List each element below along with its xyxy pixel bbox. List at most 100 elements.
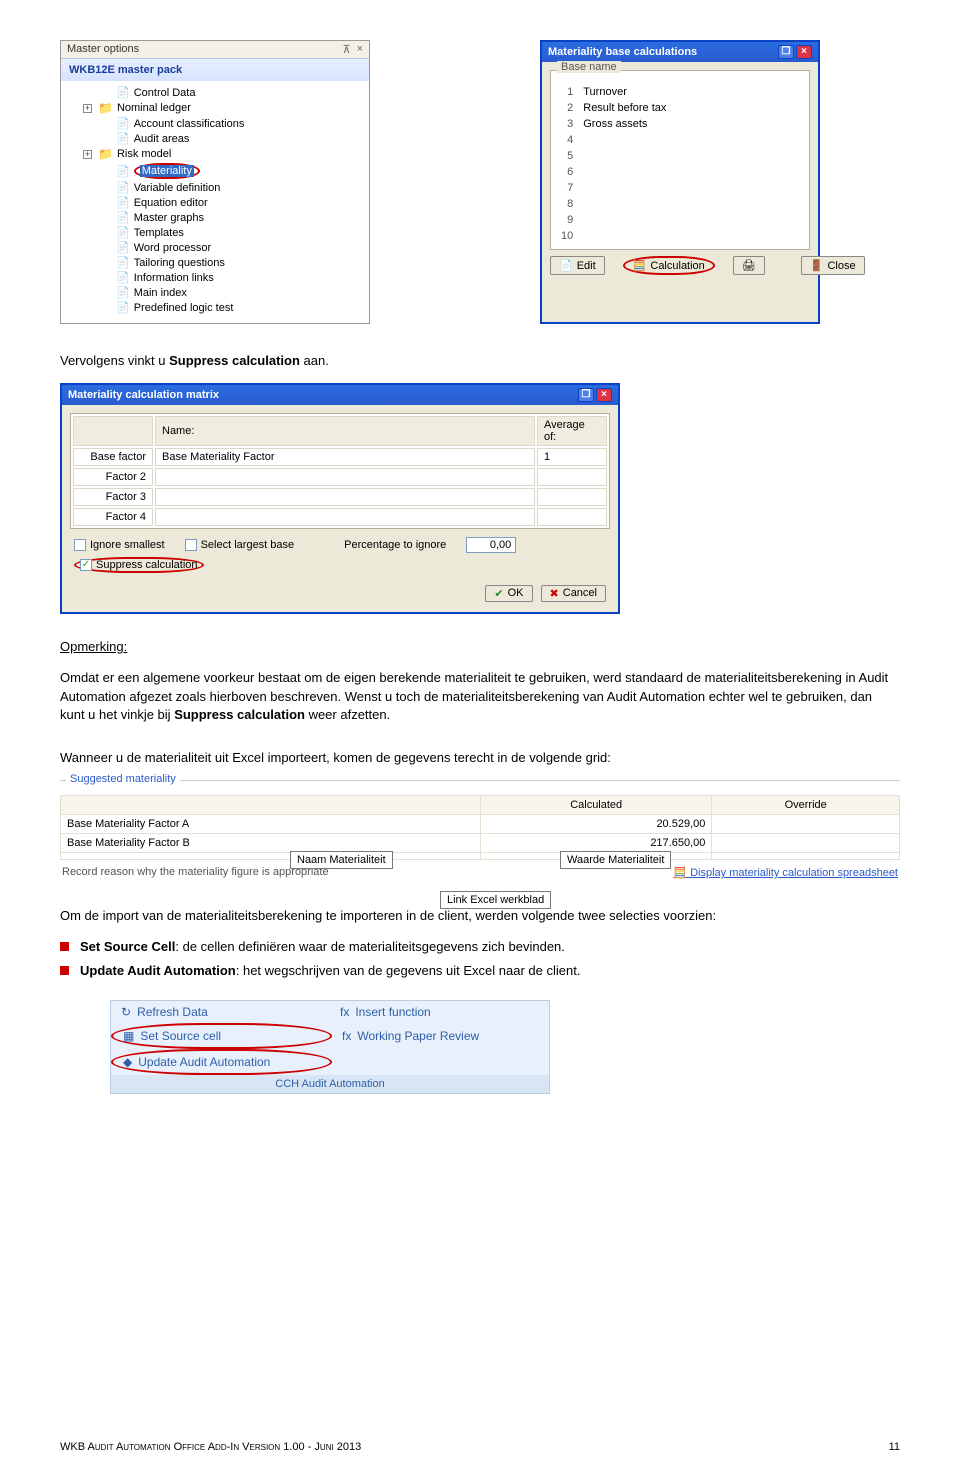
row-label: Base Materiality Factor B [61,834,481,853]
tree-item-templates[interactable]: 📄Templates [65,225,365,240]
cancel-button[interactable]: ✖ Cancel [541,585,606,602]
base-name-cell[interactable]: Gross assets [579,117,803,131]
close-button[interactable]: 🚪 Close [801,256,865,275]
avg-input[interactable] [537,468,607,486]
name-input[interactable] [155,468,535,486]
annotation-name: Naam Materialiteit [290,851,393,869]
ribbon-update-audit-automation[interactable]: ◆ Update Audit Automation [111,1049,332,1075]
tree-item-word-processor[interactable]: 📄Word processor [65,240,365,255]
panel-title: Master options [67,43,139,56]
tree-item-information-links[interactable]: 📄Information links [65,270,365,285]
override-input[interactable] [712,834,900,853]
expand-icon[interactable]: + [83,104,92,113]
tree-item-materiality[interactable]: 📄Materiality [65,162,365,180]
suggested-materiality-panel: Suggested materiality CalculatedOverride… [60,780,900,879]
ribbon-label: Working Paper Review [357,1029,479,1043]
tree-item-audit-areas[interactable]: 📄Audit areas [65,131,365,146]
base-name-cell[interactable]: Turnover [579,85,803,99]
avg-input[interactable]: 1 [537,448,607,466]
base-name-cell[interactable]: Result before tax [579,101,803,115]
name-input[interactable] [155,488,535,506]
tree-item-label: Predefined logic test [134,302,234,314]
restore-icon[interactable]: ❐ [778,45,794,59]
panel-legend: Suggested materiality [66,773,180,785]
ok-button[interactable]: ✔ OK [485,585,532,602]
col-avg: Average of: [537,416,607,446]
cell-value: 20.529,00 [481,815,712,834]
row-label [61,853,481,860]
tree-item-label: Word processor [134,242,211,254]
tree-item-control-data[interactable]: 📄Control Data [65,85,365,100]
row-number: 8 [557,197,577,211]
ribbon-panel: ↻Refresh DatafxInsert function▦Set Sourc… [110,1000,550,1094]
base-name-cell[interactable] [579,165,803,179]
ribbon-label: Refresh Data [137,1005,208,1019]
pct-input[interactable]: 0,00 [466,537,516,553]
fieldset-label: Base name [557,61,621,73]
tree-item-tailoring-questions[interactable]: 📄Tailoring questions [65,255,365,270]
dialog-title: Materiality base calculations [548,46,697,58]
row-label: Factor 2 [73,468,153,486]
name-input[interactable] [155,508,535,526]
name-input[interactable]: Base Materiality Factor [155,448,535,466]
row-number: 3 [557,117,577,131]
document-icon: 📄 [116,86,130,99]
tree-item-master-graphs[interactable]: 📄Master graphs [65,210,365,225]
calculation-button[interactable]: 🧮 Calculation [623,256,715,275]
ribbon-icon: ◆ [123,1055,132,1069]
override-input[interactable] [712,815,900,834]
override-input[interactable] [712,853,900,860]
edit-button[interactable]: 📄 Edit [550,256,605,275]
document-icon: 📄 [116,165,130,178]
select-largest-checkbox[interactable]: Select largest base [185,539,295,551]
ribbon-label: Update Audit Automation [138,1055,270,1069]
tree-item-label: Variable definition [134,182,221,194]
base-name-cell[interactable] [579,133,803,147]
ribbon-set-source-cell[interactable]: ▦Set Source cell [111,1023,332,1049]
footer-version: WKB Audit Automation Office Add-In Versi… [60,1441,361,1453]
pct-label: Percentage to ignore [344,539,446,551]
opmerking-body: Omdat er een algemene voorkeur bestaat o… [60,669,900,726]
ribbon-refresh-data[interactable]: ↻Refresh Data [111,1001,330,1023]
base-name-cell[interactable] [579,213,803,227]
base-name-cell[interactable] [579,229,803,243]
base-name-cell[interactable] [579,149,803,163]
folder-icon: 📁 [98,101,113,115]
ribbon-icon: fx [342,1029,351,1043]
annotation-link: Link Excel werkblad [440,891,551,909]
tree-item-equation-editor[interactable]: 📄Equation editor [65,195,365,210]
cell-value: 217.650,00 [481,834,712,853]
close-icon[interactable]: × [357,43,363,56]
base-name-cell[interactable] [579,197,803,211]
document-icon: 📄 [116,256,130,269]
expand-icon[interactable]: + [83,150,92,159]
ribbon-working-paper-review[interactable]: fx Working Paper Review [332,1023,549,1049]
tree-item-main-index[interactable]: 📄Main index [65,285,365,300]
tree-item-risk-model[interactable]: + 📁 Risk model [65,146,365,162]
restore-icon[interactable]: ❐ [578,388,594,402]
ignore-smallest-checkbox[interactable]: Ignore smallest [74,539,165,551]
close-icon[interactable]: × [596,388,612,402]
tree-item-label: Information links [134,272,214,284]
col-override: Override [712,796,900,815]
ribbon-insert-function[interactable]: fxInsert function [330,1001,549,1023]
col-name: Name: [155,416,535,446]
tree-item-label: Risk model [117,148,171,160]
ribbon-label: Set Source cell [140,1029,221,1043]
document-icon: 📄 [116,286,130,299]
folder-icon: 📁 [98,147,113,161]
avg-input[interactable] [537,488,607,506]
print-button[interactable]: 🖨 [733,256,765,275]
display-spreadsheet-link[interactable]: 🧮 Display materiality calculation spread… [673,866,898,879]
tree-item-variable-definition[interactable]: 📄Variable definition [65,180,365,195]
suppress-calculation-checkbox[interactable]: ✓Suppress calculation [74,557,204,573]
avg-input[interactable] [537,508,607,526]
document-icon: 📄 [116,196,130,209]
tree-item-account-classifications[interactable]: 📄Account classifications [65,116,365,131]
row-number: 2 [557,101,577,115]
tree-item-nominal-ledger[interactable]: +📁Nominal ledger [65,100,365,116]
tree-item-predefined-logic-test[interactable]: 📄Predefined logic test [65,300,365,315]
base-name-cell[interactable] [579,181,803,195]
close-icon[interactable]: × [796,45,812,59]
pin-icon[interactable]: ⊼ [343,43,351,56]
